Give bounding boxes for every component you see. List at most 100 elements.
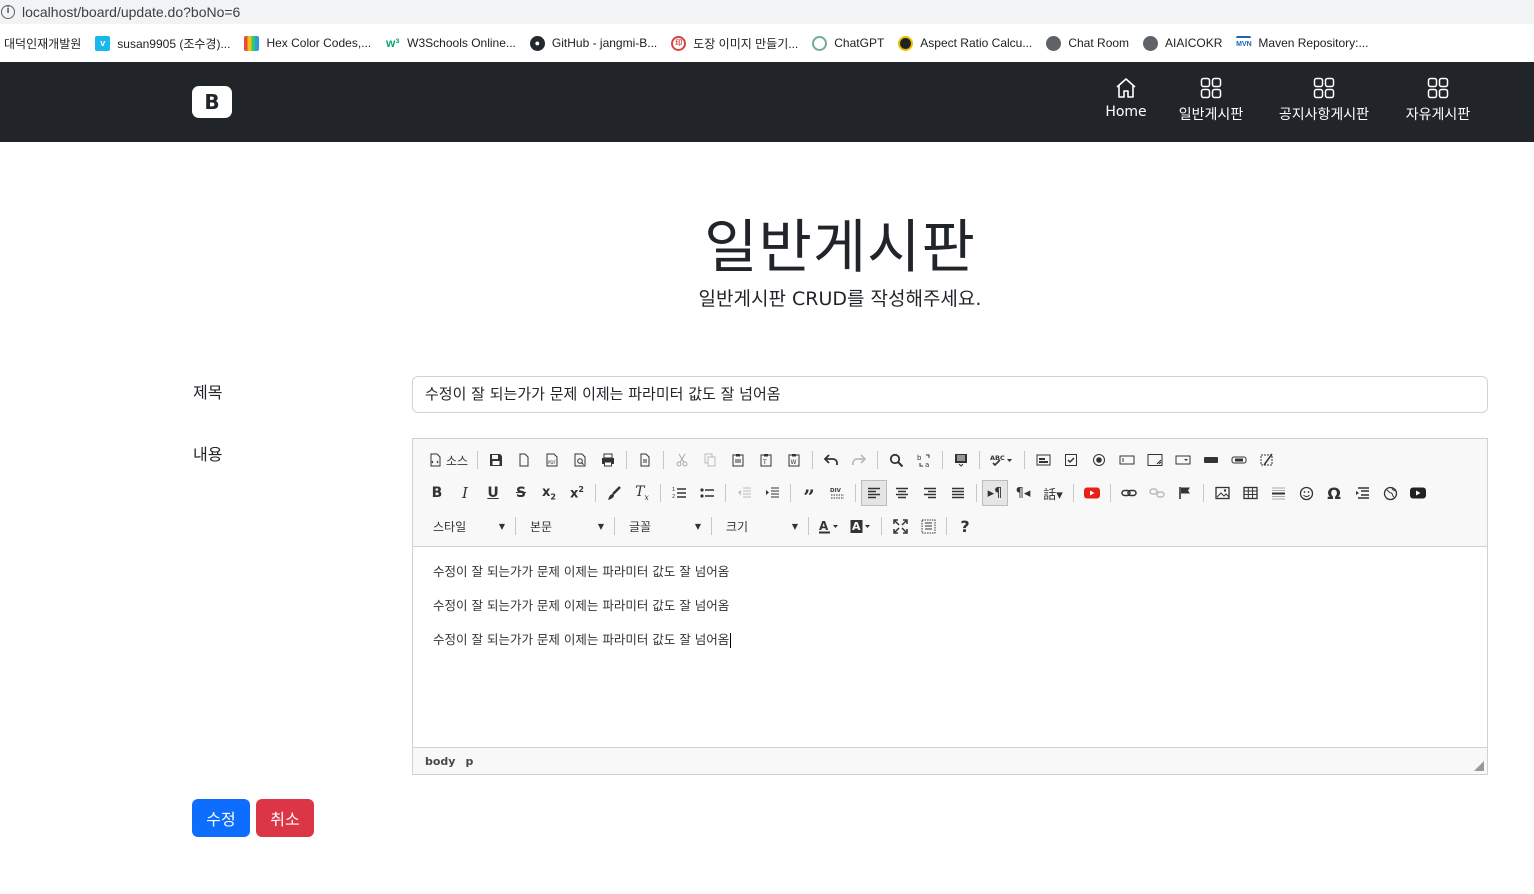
export-pdf-button[interactable]: PDF bbox=[539, 447, 565, 473]
button-field-button[interactable] bbox=[1198, 447, 1224, 473]
numbered-list-button[interactable]: 12 bbox=[666, 480, 692, 506]
page-break-button[interactable] bbox=[1349, 480, 1375, 506]
update-button[interactable]: 수정 bbox=[192, 799, 250, 837]
blockquote-button[interactable]: ” bbox=[796, 480, 822, 509]
bookmark-item[interactable]: Aspect Ratio Calcu... bbox=[898, 33, 1032, 53]
bookmark-item[interactable]: ● GitHub - jangmi-B... bbox=[529, 33, 658, 53]
nav-home[interactable]: Home bbox=[1104, 76, 1148, 120]
outdent-button[interactable] bbox=[731, 480, 757, 506]
size-combo[interactable]: 크기 ▼ bbox=[716, 513, 804, 539]
cancel-button[interactable]: 취소 bbox=[256, 799, 314, 837]
checkbox-button[interactable] bbox=[1058, 447, 1084, 473]
maximize-button[interactable] bbox=[887, 513, 913, 539]
numbered-list-icon: 12 bbox=[672, 487, 686, 500]
style-combo[interactable]: 스타일 ▼ bbox=[423, 513, 511, 539]
align-left-button[interactable] bbox=[861, 480, 887, 506]
paste-button[interactable] bbox=[725, 447, 751, 473]
textfield-button[interactable] bbox=[1114, 447, 1140, 473]
copy-format-button[interactable] bbox=[601, 480, 627, 506]
bold-button[interactable]: B bbox=[424, 480, 450, 506]
indent-button[interactable] bbox=[759, 480, 785, 506]
font-combo[interactable]: 글꼴 ▼ bbox=[619, 513, 707, 539]
bookmark-item[interactable]: MVN Maven Repository:... bbox=[1236, 33, 1368, 53]
spellcheck-button[interactable]: ABC bbox=[985, 447, 1019, 473]
textarea-button[interactable] bbox=[1142, 447, 1168, 473]
bootstrap-logo[interactable]: B bbox=[192, 86, 232, 118]
smiley-button[interactable] bbox=[1293, 480, 1319, 506]
bookmark-item[interactable]: 印 도장 이미지 만들기... bbox=[671, 33, 798, 53]
help-button[interactable]: ? bbox=[952, 513, 978, 539]
paste-word-button[interactable]: W bbox=[781, 447, 807, 473]
iframe-button[interactable] bbox=[1377, 480, 1403, 506]
image-button[interactable] bbox=[1209, 480, 1235, 506]
bg-color-button[interactable]: A bbox=[846, 513, 876, 539]
unlink-button[interactable] bbox=[1144, 480, 1170, 506]
undo-button[interactable] bbox=[818, 447, 844, 473]
bookmark-label: GitHub - jangmi-B... bbox=[551, 36, 658, 50]
special-char-button[interactable]: Ω bbox=[1321, 480, 1347, 506]
path-item-p[interactable]: p bbox=[465, 755, 473, 768]
replace-button[interactable]: ba bbox=[911, 447, 937, 473]
templates-button[interactable] bbox=[632, 447, 658, 473]
bookmark-item[interactable]: v susan9905 (조수경)... bbox=[95, 33, 230, 53]
bookmark-item[interactable]: AIAICOKR bbox=[1143, 33, 1222, 53]
hidden-field-button[interactable] bbox=[1254, 447, 1280, 473]
select-field-button[interactable] bbox=[1170, 447, 1196, 473]
preview-button[interactable] bbox=[567, 447, 593, 473]
strike-button[interactable]: S bbox=[508, 480, 534, 506]
nav-notice-board[interactable]: 공지사항게시판 bbox=[1272, 76, 1376, 124]
language-button[interactable]: 話▾ bbox=[1038, 480, 1068, 506]
div-container-button[interactable]: DIV bbox=[824, 480, 850, 506]
resize-handle-icon[interactable] bbox=[1474, 761, 1484, 771]
info-icon[interactable]: i bbox=[1, 5, 15, 19]
superscript-button[interactable]: x2 bbox=[564, 480, 590, 506]
source-button[interactable]: 소스 bbox=[424, 447, 472, 473]
paste-text-button[interactable]: T bbox=[753, 447, 779, 473]
text-color-button[interactable]: A bbox=[814, 513, 844, 539]
align-center-button[interactable] bbox=[889, 480, 915, 506]
redo-button[interactable] bbox=[846, 447, 872, 473]
nav-general-board[interactable]: 일반게시판 bbox=[1174, 76, 1248, 124]
image-button-button[interactable] bbox=[1226, 447, 1252, 473]
bookmark-item[interactable]: Hex Color Codes,... bbox=[244, 33, 371, 53]
underline-button[interactable]: U bbox=[480, 480, 506, 506]
copy-button[interactable] bbox=[697, 447, 723, 473]
show-blocks-button[interactable] bbox=[915, 513, 941, 539]
youtube-button[interactable] bbox=[1079, 480, 1105, 506]
bookmark-item[interactable]: ChatGPT bbox=[812, 33, 884, 53]
page-break-icon bbox=[1355, 487, 1369, 499]
address-bar[interactable]: i localhost/board/update.do?boNo=6 bbox=[0, 0, 1534, 24]
toolbar-separator bbox=[595, 484, 596, 502]
bookmark-item[interactable]: Chat Room bbox=[1046, 33, 1129, 53]
editor-content[interactable]: 수정이 잘 되는가가 문제 이제는 파라미터 값도 잘 넘어옴 수정이 잘 되는… bbox=[433, 561, 732, 663]
anchor-button[interactable] bbox=[1172, 480, 1198, 506]
form-button[interactable] bbox=[1030, 447, 1056, 473]
align-right-button[interactable] bbox=[917, 480, 943, 506]
remove-format-button[interactable]: Tx bbox=[629, 480, 655, 506]
title-label: 제목 bbox=[193, 383, 223, 402]
radio-button[interactable] bbox=[1086, 447, 1112, 473]
ltr-button[interactable]: ▸¶ bbox=[982, 480, 1008, 506]
format-combo[interactable]: 본문 ▼ bbox=[520, 513, 610, 539]
justify-button[interactable] bbox=[945, 480, 971, 506]
cut-button[interactable] bbox=[669, 447, 695, 473]
video-button[interactable] bbox=[1405, 480, 1431, 506]
bulleted-list-button[interactable] bbox=[694, 480, 720, 506]
title-input[interactable]: 수정이 잘 되는가가 문제 이제는 파라미터 값도 잘 넘어옴 bbox=[412, 376, 1488, 413]
select-all-button[interactable] bbox=[948, 447, 974, 473]
bookmark-item[interactable]: 대덕인재개발원 bbox=[4, 33, 81, 53]
link-button[interactable] bbox=[1116, 480, 1142, 506]
find-button[interactable] bbox=[883, 447, 909, 473]
bookmark-item[interactable]: w³ W3Schools Online... bbox=[385, 33, 516, 53]
print-button[interactable] bbox=[595, 447, 621, 473]
rtl-button[interactable]: ¶◂ bbox=[1010, 480, 1036, 506]
new-page-button[interactable] bbox=[511, 447, 537, 473]
horizontal-line-button[interactable] bbox=[1265, 480, 1291, 506]
nav-free-board[interactable]: 자유게시판 bbox=[1400, 76, 1476, 124]
save-button[interactable] bbox=[483, 447, 509, 473]
table-button[interactable] bbox=[1237, 480, 1263, 506]
path-item-body[interactable]: body bbox=[425, 755, 455, 768]
url-text[interactable]: localhost/board/update.do?boNo=6 bbox=[22, 4, 240, 20]
italic-button[interactable]: I bbox=[452, 480, 478, 506]
subscript-button[interactable]: x2 bbox=[536, 480, 562, 506]
